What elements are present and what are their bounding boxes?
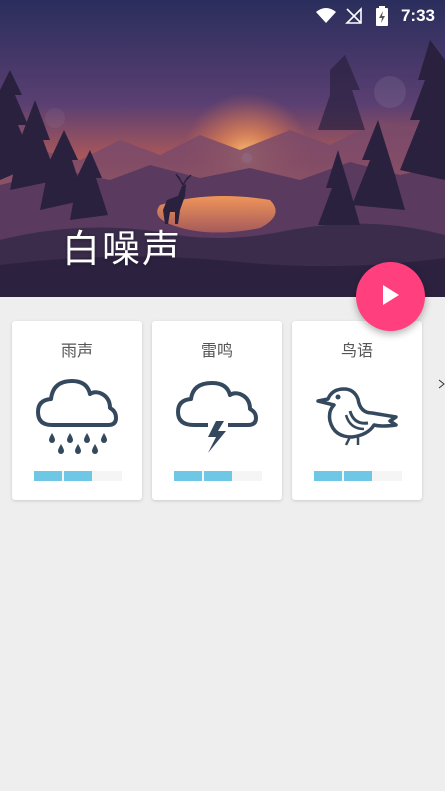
- sound-card-thunder[interactable]: 雷鸣: [152, 321, 282, 500]
- thunder-cloud-icon: [172, 367, 262, 457]
- status-time: 7:33: [400, 6, 435, 25]
- rain-cloud-icon: [32, 367, 122, 457]
- sound-card-label: 雷鸣: [200, 341, 233, 360]
- sound-card-rain[interactable]: 雨声: [12, 321, 142, 500]
- volume-segment: [204, 471, 232, 481]
- volume-segment: [344, 471, 372, 481]
- play-button[interactable]: [356, 262, 425, 331]
- volume-segment: [174, 471, 202, 481]
- status-bar: 7:33: [0, 0, 445, 32]
- battery-charging-icon: [371, 5, 393, 27]
- wifi-icon: [315, 5, 337, 27]
- sound-card-birds[interactable]: 鸟语: [292, 321, 422, 500]
- volume-indicator[interactable]: [34, 471, 122, 481]
- sound-grid: 雨声 雷鸣 鸟语: [12, 321, 422, 500]
- header-image: 7:33 白噪声: [0, 0, 445, 297]
- volume-indicator[interactable]: [314, 471, 402, 481]
- no-signal-icon: [343, 5, 365, 27]
- volume-segment: [314, 471, 342, 481]
- sound-card-label: 雨声: [60, 341, 93, 360]
- sound-card-label: 鸟语: [340, 341, 373, 360]
- bird-icon: [312, 367, 402, 457]
- volume-segment: [64, 471, 92, 481]
- play-icon: [380, 283, 402, 311]
- page-title: 白噪声: [62, 227, 183, 271]
- scroll-edge-indicator: [438, 374, 445, 389]
- volume-indicator[interactable]: [174, 471, 262, 481]
- volume-segment: [34, 471, 62, 481]
